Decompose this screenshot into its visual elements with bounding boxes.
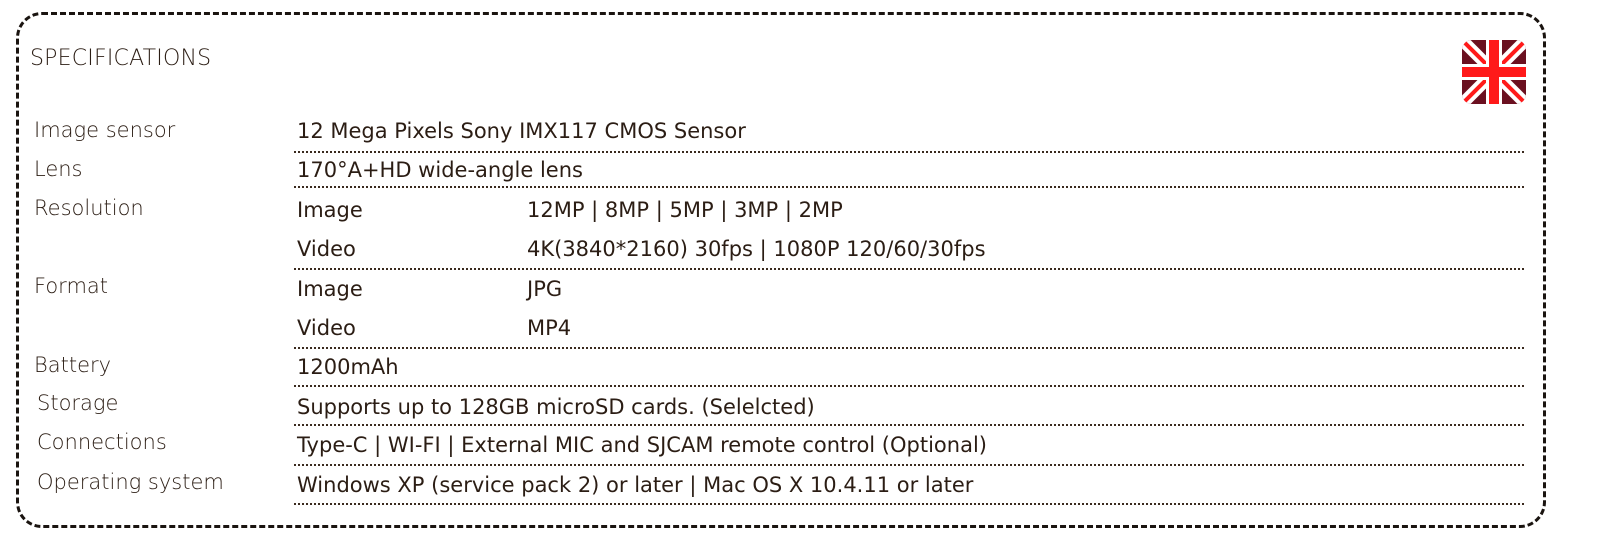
spec-label-resolution: Resolution: [34, 196, 144, 220]
uk-flag-icon: [1462, 40, 1526, 104]
spec-label-storage: Storage: [37, 391, 119, 415]
spec-value-format-image: JPG: [527, 277, 563, 301]
spec-sub-resolution-video: Video: [297, 237, 356, 261]
row-divider: [294, 186, 1524, 188]
row-divider: [294, 464, 1524, 466]
spec-label-connections: Connections: [37, 430, 167, 454]
spec-value-battery: 1200mAh: [297, 355, 399, 379]
page-title: SPECIFICATIONS: [30, 46, 212, 71]
spec-sub-resolution-image: Image: [297, 198, 363, 222]
spec-value-operating-system: Windows XP (service pack 2) or later | M…: [297, 473, 974, 497]
spec-label-operating-system: Operating system: [37, 470, 224, 494]
row-divider: [294, 503, 1524, 505]
row-divider: [294, 385, 1524, 387]
spec-label-format: Format: [34, 274, 109, 298]
spec-value-connections: Type-C | WI-FI | External MIC and SJCAM …: [297, 433, 987, 457]
spec-value-storage: Supports up to 128GB microSD cards. (Sel…: [297, 395, 815, 419]
row-divider: [294, 347, 1524, 349]
spec-label-lens: Lens: [34, 157, 83, 181]
row-divider: [294, 424, 1524, 426]
spec-value-resolution-image: 12MP | 8MP | 5MP | 3MP | 2MP: [527, 198, 843, 222]
row-divider: [294, 151, 1524, 153]
row-divider: [294, 268, 1524, 270]
spec-sub-format-image: Image: [297, 277, 363, 301]
spec-value-format-video: MP4: [527, 316, 572, 340]
spec-sub-format-video: Video: [297, 316, 356, 340]
spec-value-resolution-video: 4K(3840*2160) 30fps | 1080P 120/60/30fps: [527, 237, 986, 261]
spec-label-image-sensor: Image sensor: [34, 118, 176, 142]
spec-value-lens: 170°A+HD wide-angle lens: [297, 158, 583, 182]
spec-value-image-sensor: 12 Mega Pixels Sony IMX117 CMOS Sensor: [297, 119, 746, 143]
spec-label-battery: Battery: [34, 353, 112, 377]
